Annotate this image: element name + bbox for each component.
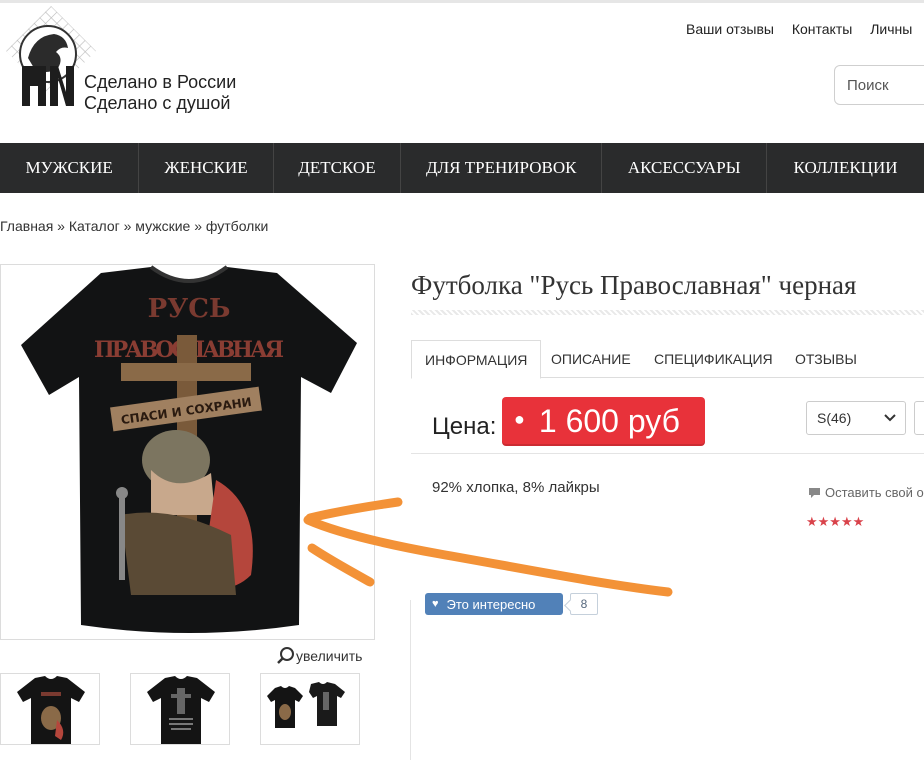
tab-description[interactable]: ОПИСАНИЕ [551, 340, 631, 378]
top-links: Ваши отзывы Контакты Личны [686, 21, 924, 37]
like-button[interactable]: ♥ Это интересно [425, 593, 563, 615]
like-count: 8 [570, 593, 598, 615]
bullet-icon: ● [514, 409, 525, 429]
thumbnail-3[interactable] [260, 673, 360, 745]
thumbnail-2[interactable] [130, 673, 230, 745]
top-link-contacts[interactable]: Контакты [792, 21, 852, 37]
size-select[interactable]: S(46) [806, 401, 906, 435]
product-tabs: ИНФОРМАЦИЯ ОПИСАНИЕ СПЕЦИФИКАЦИЯ ОТЗЫВЫ [411, 340, 924, 379]
search-input[interactable]: Поиск [834, 65, 924, 105]
nav-item-men[interactable]: МУЖСКИЕ [0, 143, 140, 193]
nav-item-kids[interactable]: ДЕТСКОЕ [274, 143, 402, 193]
quantity-field[interactable] [914, 401, 924, 435]
comment-icon [809, 487, 820, 498]
thumbnail-1[interactable] [0, 673, 100, 745]
title-divider [411, 310, 924, 315]
breadcrumb[interactable]: Главная » Каталог » мужские » футболки [0, 218, 268, 234]
tab-specification[interactable]: СПЕЦИФИКАЦИЯ [654, 340, 773, 378]
nav-item-collections[interactable]: КОЛЛЕКЦИИ [767, 143, 924, 193]
main-product-image[interactable]: РУСЬ ПРАВОСЛАВНАЯ СПАСИ И СОХРАНИ [0, 264, 375, 640]
top-link-reviews[interactable]: Ваши отзывы [686, 21, 774, 37]
top-link-account[interactable]: Личны [870, 21, 912, 37]
product-title: Футболка "Русь Православная" черная [411, 270, 857, 300]
composition-text: 92% хлопка, 8% лайкры [432, 479, 600, 496]
heart-icon: ♥ [432, 598, 439, 610]
like-label: Это интересно [446, 596, 536, 612]
size-selected-value: S(46) [817, 410, 852, 426]
magnifier-icon [277, 647, 294, 664]
search-placeholder: Поиск [847, 77, 889, 94]
logo[interactable] [6, 6, 96, 118]
leave-review-link[interactable]: Оставить свой о [808, 485, 924, 500]
tab-info[interactable]: ИНФОРМАЦИЯ [411, 340, 542, 379]
tagline-line-2: Сделано с душой [84, 93, 231, 113]
price-divider [411, 453, 924, 454]
tagline-line-1: Сделано в России [84, 72, 237, 92]
tab-reviews[interactable]: ОТЗЫВЫ [795, 340, 857, 378]
price-badge: ● 1 600 руб [502, 397, 705, 446]
nav-item-accessories[interactable]: АКСЕССУАРЫ [602, 143, 768, 193]
shirt-print-top: РУСЬ [148, 294, 231, 324]
main-nav: МУЖСКИЕ ЖЕНСКИЕ ДЕТСКОЕ ДЛЯ ТРЕНИРОВОК А… [0, 143, 924, 193]
zoom-link[interactable]: увеличить [276, 646, 362, 666]
nav-item-training[interactable]: ДЛЯ ТРЕНИРОВОК [401, 143, 603, 193]
leave-review-label: Оставить свой о [825, 485, 924, 500]
top-border [0, 0, 924, 3]
column-divider [410, 600, 411, 760]
price-value: 1 600 руб [538, 403, 680, 439]
chevron-down-icon [884, 414, 896, 422]
tagline: Сделано в России Сделано с душой [84, 72, 236, 114]
nav-item-women[interactable]: ЖЕНСКИЕ [139, 143, 274, 193]
zoom-label: увеличить [296, 648, 363, 664]
price-label: Цена: [432, 413, 497, 440]
rating-stars: ★★★★★ [806, 514, 865, 529]
